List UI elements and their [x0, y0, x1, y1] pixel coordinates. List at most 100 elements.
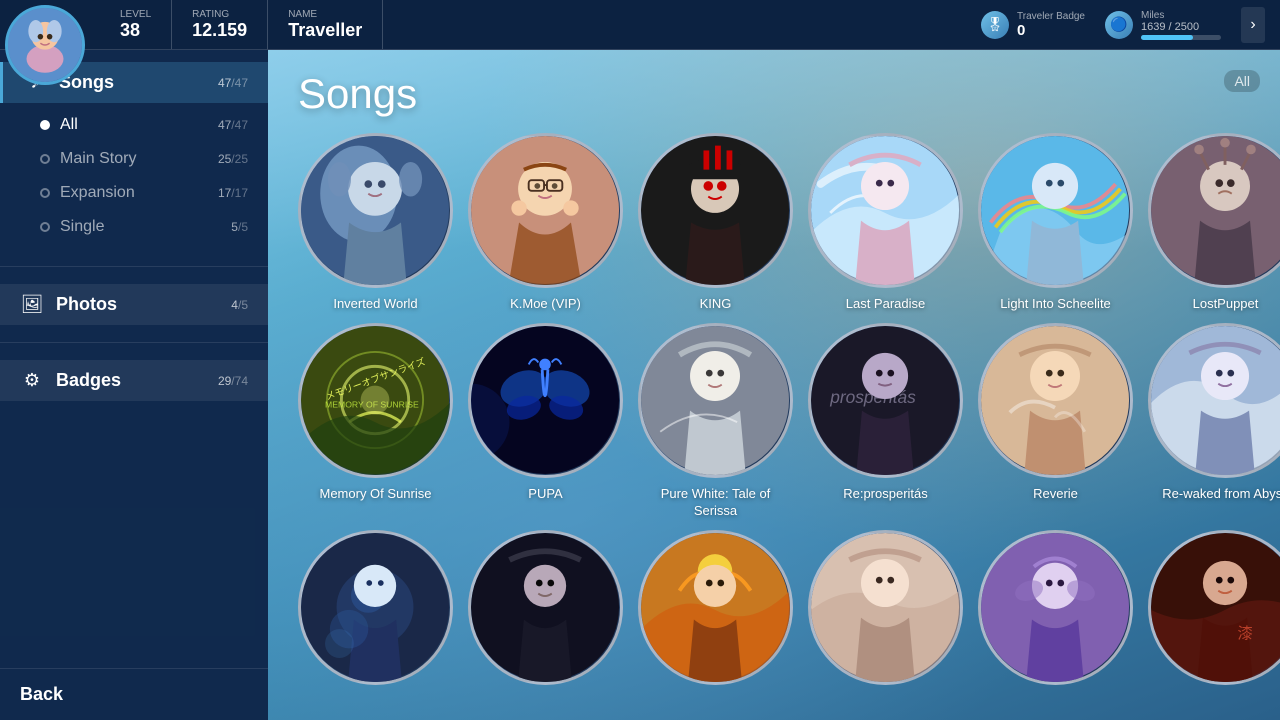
song-item[interactable]: Re-waked from Abyss	[1148, 323, 1280, 520]
svg-text:漆: 漆	[1238, 624, 1253, 642]
sidebar-all-label: All	[60, 116, 208, 134]
sidebar-photos-section: 🖼 Photos 4/5	[0, 272, 268, 337]
song-name: PUPA	[528, 486, 562, 503]
song-item[interactable]	[468, 530, 623, 693]
sidebar-main-story-count: 25/25	[218, 152, 248, 166]
sidebar-badges-section: ⚙ Badges 29/74	[0, 348, 268, 413]
main-story-dot-icon	[40, 154, 50, 164]
song-circle	[638, 323, 793, 478]
song-item[interactable]	[298, 530, 453, 693]
sidebar-sub-items: All 47/47 Main Story 25/25 Expansion 17/…	[0, 103, 268, 249]
sidebar-item-all[interactable]: All 47/47	[0, 108, 268, 142]
sidebar-badges-count: 29/74	[218, 374, 248, 388]
song-item[interactable]: KING	[638, 133, 793, 313]
song-circle: prosperitás	[808, 323, 963, 478]
badge-icon: ⚙	[20, 370, 44, 391]
song-item[interactable]	[638, 530, 793, 693]
sidebar-single-count: 5/5	[231, 220, 248, 234]
sidebar: ♪ Songs 47/47 All 47/47 Main Story 25/25	[0, 50, 268, 720]
song-circle	[978, 323, 1133, 478]
topbar: Level 38 Rating 12.159 Name Traveller 🎖 …	[0, 0, 1280, 50]
sidebar-photos-count: 4/5	[231, 298, 248, 312]
traveler-badge-info: Traveler Badge 0	[1017, 11, 1085, 39]
sidebar-item-single[interactable]: Single 5/5	[0, 210, 268, 244]
song-circle	[1148, 133, 1280, 288]
song-circle	[808, 530, 963, 685]
chevron-right-button[interactable]: ›	[1241, 7, 1265, 43]
miles-label: Miles	[1141, 10, 1221, 21]
song-item[interactable]: LostPuppet	[1148, 133, 1280, 313]
song-circle	[1148, 323, 1280, 478]
expansion-dot-icon	[40, 188, 50, 198]
miles-block: 🔵 Miles 1639 / 2500	[1105, 10, 1221, 40]
sidebar-item-badges[interactable]: ⚙ Badges 29/74	[0, 360, 268, 401]
traveler-badge-label: Traveler Badge	[1017, 11, 1085, 22]
sidebar-expansion-count: 17/17	[218, 186, 248, 200]
back-button[interactable]: Back	[20, 684, 63, 705]
song-circle: メモリーオブサンライズ MEMORY OF SUNRISE	[298, 323, 453, 478]
sidebar-all-count: 47/47	[218, 118, 248, 132]
sidebar-item-photos[interactable]: 🖼 Photos 4/5	[0, 284, 268, 325]
photo-icon: 🖼	[20, 294, 44, 315]
sidebar-songs-count: 47/47	[218, 76, 248, 90]
traveler-badge-value: 0	[1017, 22, 1085, 39]
level-block: Level 38	[100, 0, 172, 49]
song-circle: 漆	[1148, 530, 1280, 685]
song-item[interactable]: K.Moe (VIP)	[468, 133, 623, 313]
rating-label: Rating	[192, 9, 247, 20]
song-item[interactable]: Pure White: Tale of Serissa	[638, 323, 793, 520]
song-circle	[638, 530, 793, 685]
song-name: Inverted World	[333, 296, 417, 313]
song-circle	[468, 133, 623, 288]
miles-info: Miles 1639 / 2500	[1141, 10, 1221, 40]
level-label: Level	[120, 9, 151, 20]
filter-label: All	[1224, 70, 1260, 92]
song-circle	[468, 530, 623, 685]
song-item[interactable]: Light Into Scheelite	[978, 133, 1133, 313]
sidebar-expansion-label: Expansion	[60, 184, 208, 202]
song-item[interactable]: Reverie	[978, 323, 1133, 520]
song-item[interactable]	[808, 530, 963, 693]
rating-value: 12.159	[192, 20, 247, 41]
rating-block: Rating 12.159	[172, 0, 268, 49]
song-item[interactable]: Last Paradise	[808, 133, 963, 313]
sidebar-item-main-story[interactable]: Main Story 25/25	[0, 142, 268, 176]
sidebar-single-label: Single	[60, 218, 221, 236]
song-circle	[468, 323, 623, 478]
song-name: KING	[700, 296, 732, 313]
miles-display: 1639 / 2500	[1141, 21, 1221, 33]
traveler-badge-block: 🎖 Traveler Badge 0	[981, 11, 1085, 39]
song-item[interactable]: PUPA	[468, 323, 623, 520]
song-circle	[638, 133, 793, 288]
page-title: Songs	[298, 70, 1260, 118]
song-item[interactable]: prosperitás Re:prosperitás	[808, 323, 963, 520]
song-item[interactable]: メモリーオブサンライズ MEMORY OF SUNRISE Memory Of …	[298, 323, 453, 520]
song-item[interactable]: Inverted World	[298, 133, 453, 313]
name-value: Traveller	[288, 20, 362, 41]
miles-bar-container: 1639 / 2500	[1141, 21, 1221, 40]
main-inner: Songs All Inverted World K.Moe	[268, 50, 1280, 720]
single-dot-icon	[40, 222, 50, 232]
song-name: Last Paradise	[846, 296, 926, 313]
miles-icon: 🔵	[1105, 11, 1133, 39]
sidebar-item-expansion[interactable]: Expansion 17/17	[0, 176, 268, 210]
topbar-stats: Level 38 Rating 12.159 Name Traveller	[100, 0, 383, 49]
song-name: Pure White: Tale of Serissa	[638, 486, 793, 520]
sidebar-photos-label: Photos	[56, 294, 219, 315]
name-block: Name Traveller	[268, 0, 383, 49]
song-name: Memory Of Sunrise	[320, 486, 432, 503]
main-content: Songs All Inverted World K.Moe	[268, 50, 1280, 720]
topbar-right: 🎖 Traveler Badge 0 🔵 Miles 1639 / 2500 ›	[981, 7, 1280, 43]
song-item[interactable]: 漆	[1148, 530, 1280, 693]
avatar-container	[5, 5, 95, 95]
sidebar-divider-1	[0, 266, 268, 267]
miles-bar-fill	[1141, 35, 1193, 40]
song-item[interactable]	[978, 530, 1133, 693]
sidebar-divider-2	[0, 342, 268, 343]
songs-grid: Inverted World K.Moe (VIP) KING	[298, 133, 1260, 713]
song-circle	[808, 133, 963, 288]
song-circle	[298, 530, 453, 685]
sidebar-main-story-label: Main Story	[60, 150, 208, 168]
miles-bar	[1141, 35, 1221, 40]
sidebar-bottom: Back	[0, 668, 268, 720]
